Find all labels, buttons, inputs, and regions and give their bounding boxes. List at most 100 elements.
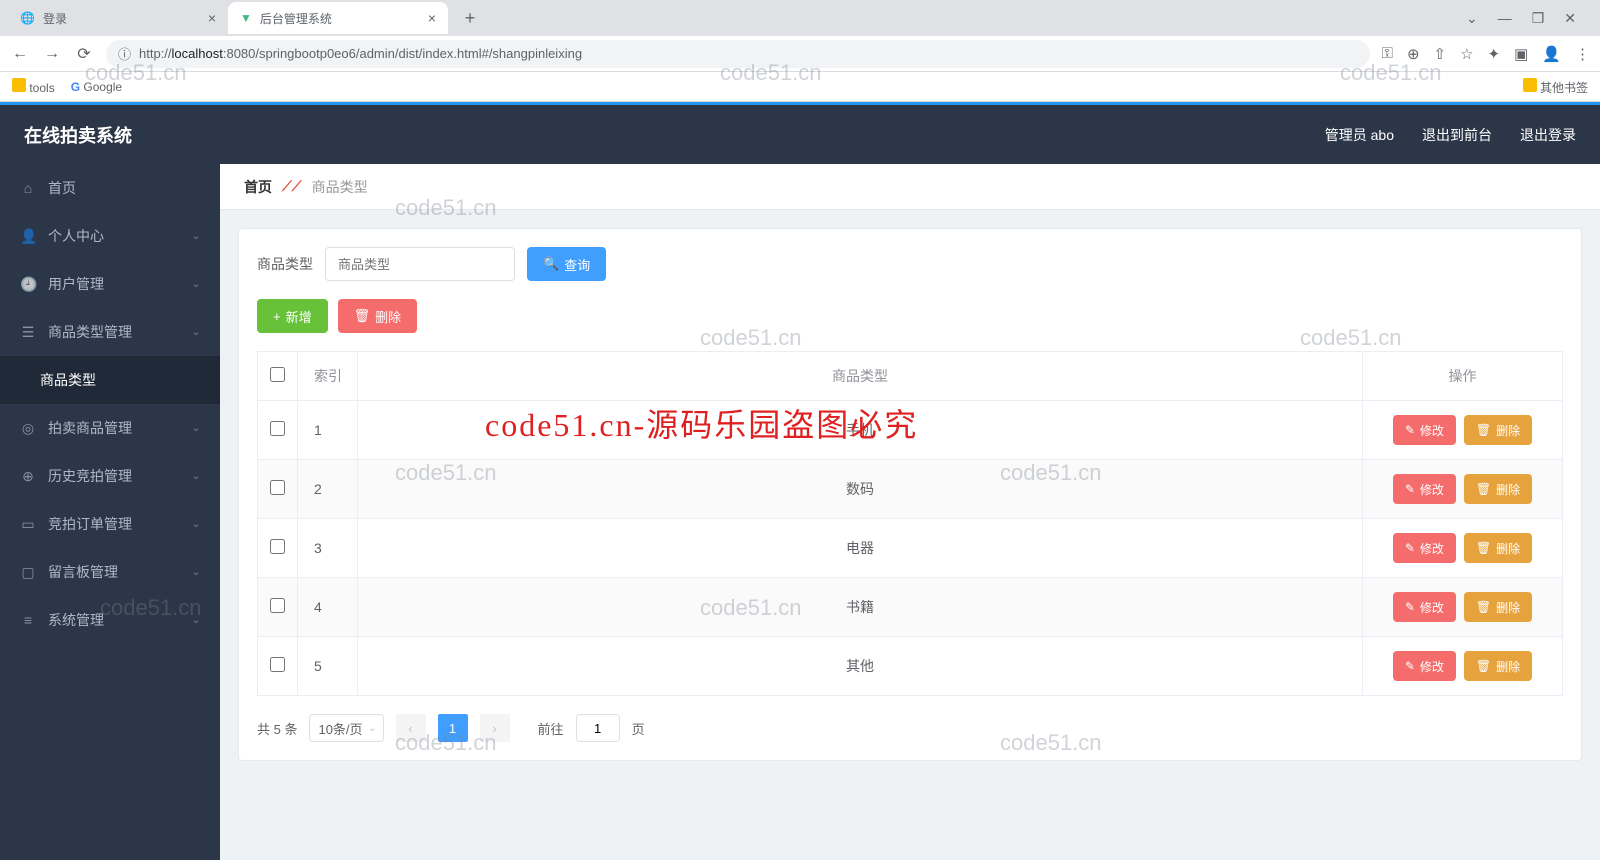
exit-front-link[interactable]: 退出到前台 [1422, 125, 1492, 145]
forward-icon[interactable]: → [42, 45, 62, 63]
menu-icon: 🕘 [20, 276, 36, 293]
window-controls: ⌄ — ❐ ✕ [1466, 10, 1592, 27]
sidebar-item[interactable]: ⌂首页 [0, 164, 220, 212]
bookmark-other[interactable]: 其他书签 [1523, 78, 1588, 96]
close-icon[interactable]: ✕ [1564, 10, 1576, 27]
chevron-down-icon: ⌄ [192, 327, 200, 338]
cell-index: 4 [298, 578, 358, 637]
admin-label[interactable]: 管理员 abo [1325, 125, 1394, 145]
bookmark-tools[interactable]: tools [12, 78, 55, 95]
page-button-1[interactable]: 1 [438, 714, 468, 742]
menu-icon[interactable]: ⋮ [1575, 45, 1590, 63]
chevron-down-icon: ⌄ [192, 519, 200, 530]
edit-icon: ✎ [1405, 541, 1415, 555]
row-checkbox[interactable] [270, 539, 285, 554]
pager-total: 共 5 条 [257, 719, 297, 738]
cell-index: 5 [298, 637, 358, 696]
close-icon[interactable]: × [428, 10, 436, 26]
row-delete-button[interactable]: 🗑 删除 [1464, 415, 1532, 445]
row-delete-button[interactable]: 🗑 删除 [1464, 533, 1532, 563]
main-content: 首页 ⟋⟋ 商品类型 商品类型 🔍 查询 + 新增 [220, 164, 1600, 860]
sidebar-item[interactable]: 🕘用户管理⌄ [0, 260, 220, 308]
extensions-icon[interactable]: ✦ [1488, 45, 1501, 63]
new-tab-button[interactable]: + [456, 8, 484, 29]
sidebar-item-label: 拍卖商品管理 [48, 418, 132, 438]
search-row: 商品类型 🔍 查询 [257, 247, 1563, 281]
url-host: localhost [172, 46, 223, 61]
key-icon[interactable]: ⚿ [1382, 45, 1393, 62]
edit-button[interactable]: ✎ 修改 [1393, 533, 1456, 563]
app-logo: 在线拍卖系统 [24, 122, 132, 148]
cell-type: 书籍 [358, 578, 1363, 637]
data-table: 索引 商品类型 操作 1手机✎ 修改🗑 删除2数码✎ 修改🗑 删除3电器✎ 修改… [257, 351, 1563, 696]
edit-button[interactable]: ✎ 修改 [1393, 592, 1456, 622]
sidebar-item[interactable]: 商品类型 [0, 356, 220, 404]
edit-button[interactable]: ✎ 修改 [1393, 415, 1456, 445]
delete-label: 删除 [375, 307, 401, 326]
goto-input[interactable] [576, 714, 620, 742]
menu-icon: ⌂ [20, 180, 36, 196]
row-delete-button[interactable]: 🗑 删除 [1464, 651, 1532, 681]
vue-icon: ▼ [240, 11, 252, 25]
add-button[interactable]: + 新增 [257, 299, 328, 333]
edit-button[interactable]: ✎ 修改 [1393, 651, 1456, 681]
info-icon: ⓘ [118, 44, 131, 63]
delete-button[interactable]: 🗑 删除 [338, 299, 418, 333]
sidebar-item[interactable]: ◎拍卖商品管理⌄ [0, 404, 220, 452]
menu-icon: ⊕ [20, 468, 36, 485]
url-prefix: http:// [139, 46, 172, 61]
maximize-icon[interactable]: ❐ [1532, 10, 1545, 27]
table-row: 4书籍 ✎ 修改 🗑 删除 [258, 578, 1563, 637]
breadcrumb-home[interactable]: 首页 [244, 177, 272, 197]
zoom-icon[interactable]: ⊕ [1407, 45, 1420, 63]
row-checkbox[interactable] [270, 480, 285, 495]
row-checkbox[interactable] [270, 421, 285, 436]
star-icon[interactable]: ☆ [1460, 45, 1473, 63]
row-checkbox[interactable] [270, 598, 285, 613]
logout-link[interactable]: 退出登录 [1520, 125, 1576, 145]
menu-icon: 👤 [20, 228, 36, 245]
back-icon[interactable]: ← [10, 45, 30, 63]
panel-icon[interactable]: ▣ [1514, 45, 1528, 63]
sidebar-item-label: 个人中心 [48, 226, 104, 246]
browser-tab-1[interactable]: ▼ 后台管理系统 × [228, 2, 448, 34]
chevron-down-icon[interactable]: ⌄ [1466, 10, 1478, 27]
select-all-checkbox[interactable] [270, 367, 285, 382]
url-path: :8080/springbootp0eo6/admin/dist/index.h… [223, 46, 582, 61]
sidebar-item[interactable]: 👤个人中心⌄ [0, 212, 220, 260]
row-checkbox[interactable] [270, 657, 285, 672]
cell-type: 数码 [358, 460, 1363, 519]
next-page-button[interactable]: › [480, 714, 510, 742]
per-page-select[interactable]: 10条/页 ⌄ [309, 714, 383, 742]
reload-icon[interactable]: ⟳ [74, 44, 94, 64]
col-checkbox [258, 352, 298, 401]
query-button[interactable]: 🔍 查询 [527, 247, 606, 281]
table-row: 1手机✎ 修改🗑 删除 [258, 401, 1563, 460]
edit-button[interactable]: ✎ 修改 [1393, 474, 1456, 504]
sidebar-item[interactable]: ▢留言板管理⌄ [0, 548, 220, 596]
close-icon[interactable]: × [208, 10, 216, 26]
sidebar-item[interactable]: ☰商品类型管理⌄ [0, 308, 220, 356]
bookmark-bar: tools G Google 其他书签 [0, 72, 1600, 102]
topbar: 在线拍卖系统 管理员 abo 退出到前台 退出登录 [0, 102, 1600, 164]
search-icon: 🔍 [543, 256, 559, 272]
sidebar-item[interactable]: ≡系统管理⌄ [0, 596, 220, 644]
minimize-icon[interactable]: — [1498, 10, 1512, 27]
menu-icon: ◎ [20, 420, 36, 437]
row-delete-button[interactable]: 🗑 删除 [1464, 474, 1532, 504]
prev-page-button[interactable]: ‹ [396, 714, 426, 742]
chevron-down-icon: ⌄ [192, 615, 200, 626]
tab-row: 🌐 登录 × ▼ 后台管理系统 × + ⌄ — ❐ ✕ [0, 0, 1600, 36]
url-bar[interactable]: ⓘ http://localhost:8080/springbootp0eo6/… [106, 40, 1370, 68]
browser-tab-0[interactable]: 🌐 登录 × [8, 2, 228, 34]
profile-icon[interactable]: 👤 [1542, 45, 1561, 63]
row-delete-button[interactable]: 🗑 删除 [1464, 592, 1532, 622]
trash-icon: 🗑 [1476, 541, 1491, 555]
share-icon[interactable]: ⇧ [1434, 45, 1447, 63]
trash-icon: 🗑 [1476, 482, 1491, 496]
sidebar-item[interactable]: ▭竞拍订单管理⌄ [0, 500, 220, 548]
search-input[interactable] [325, 247, 515, 281]
edit-icon: ✎ [1405, 423, 1415, 437]
sidebar-item[interactable]: ⊕历史竞拍管理⌄ [0, 452, 220, 500]
bookmark-google[interactable]: G Google [71, 80, 122, 94]
